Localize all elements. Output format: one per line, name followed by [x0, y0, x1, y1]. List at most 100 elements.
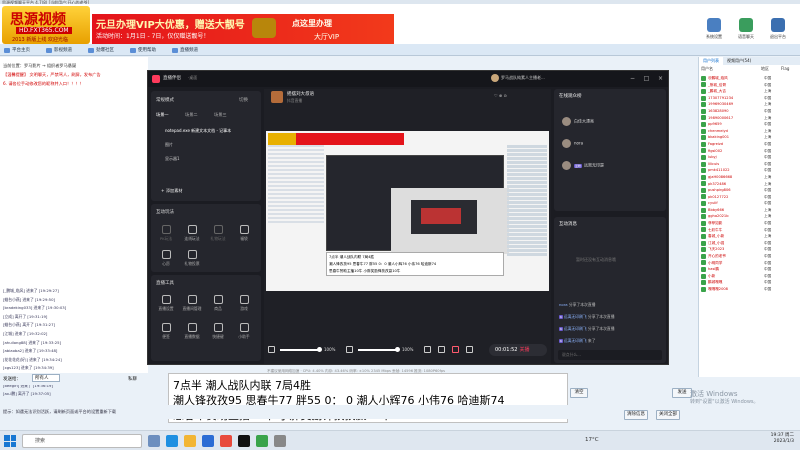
user-row[interactable]: pushpirg806 中国 [701, 187, 797, 194]
voice-chat-button[interactable]: 语音聊天 [732, 18, 760, 40]
speaker-volume-slider[interactable] [358, 347, 400, 352]
clear-screen-button[interactable]: 清除信息 [624, 410, 648, 420]
user-row[interactable]: figsl002 中国 [701, 148, 797, 155]
wechat-icon[interactable] [256, 435, 268, 447]
tab-movies[interactable]: 影视频道 [44, 46, 75, 55]
folder-icon[interactable] [184, 435, 196, 447]
message-input[interactable]: 说点什么... [558, 350, 662, 360]
user-row[interactable]: ggha2021b 上海 [701, 213, 797, 220]
message-user[interactable]: 远离无印刷飞 [564, 314, 587, 319]
tab-scene-3[interactable]: 场景三 [214, 112, 227, 118]
stream-app-taskbar-icon[interactable] [238, 435, 250, 447]
minimize-icon[interactable]: − [628, 74, 637, 83]
live-settings-tool[interactable]: 直播设置 [155, 295, 177, 312]
room-avatar[interactable] [271, 91, 283, 103]
user-row[interactable]: 17307791234 中国 [701, 95, 797, 102]
user-row[interactable]: _鹏城_大吉 上海 [701, 88, 797, 95]
exit-platform-button[interactable]: 退出平台 [764, 18, 792, 40]
scene-switch[interactable]: 切换 [239, 97, 248, 103]
task-view-icon[interactable] [148, 435, 160, 447]
user-row[interactable]: 19890000617 上海 [701, 115, 797, 122]
hotkey-tool[interactable]: 快捷键 [207, 323, 229, 340]
tab-scene-2[interactable]: 场景二 [185, 112, 198, 118]
user-row[interactable]: pmk411022 中国 [701, 167, 797, 174]
user-row[interactable]: _蔡城_佳哥 中国 [701, 82, 797, 89]
message-user[interactable]: nora [559, 302, 568, 307]
notepad-taskbar-icon[interactable] [274, 435, 286, 447]
user-row[interactable]: 春城_小新 上海 [701, 233, 797, 240]
stream-preview[interactable]: 7点半 潮人战队内联 7局4胜 潮人锋孜孜95 思春牛77 胖55 0：0 潮人… [266, 131, 549, 291]
edge-icon[interactable] [166, 435, 178, 447]
user-row[interactable]: chenmeiyd 上海 [701, 128, 797, 135]
tab-community[interactable]: 劲爆社区 [86, 46, 117, 55]
user-row[interactable]: 鹏城嘎嘎 中国 [701, 279, 797, 286]
system-clock[interactable]: 19:37 周二 2023/1/3 [771, 433, 794, 445]
link-tool[interactable]: 连线玩法 [181, 225, 203, 242]
user-row[interactable]: 菲菲如影 中国 [701, 220, 797, 227]
chat-app-icon[interactable] [220, 435, 232, 447]
send-button[interactable]: 发送 [672, 388, 692, 398]
app-icon[interactable] [202, 435, 214, 447]
wish-tool[interactable]: 心愿 [155, 250, 177, 267]
user-row[interactable]: lilicuis 中国 [701, 161, 797, 168]
user-row[interactable]: gjaH0086668 上海 [701, 174, 797, 181]
game-tool[interactable]: 游戏 [233, 295, 255, 312]
end-live-button[interactable]: 关播 [519, 347, 529, 353]
user-row[interactable]: 七彩牛牛 中国 [701, 227, 797, 234]
message-user[interactable]: 远离无印刷飞 [564, 338, 587, 343]
send-target-select[interactable]: 所有人 [32, 374, 60, 382]
taskbar-search[interactable]: 搜索 [22, 434, 142, 448]
tab-video-users[interactable]: 视频用户(54) [723, 57, 755, 65]
user-row[interactable]: pk372486 上海 [701, 181, 797, 188]
goods-tool[interactable]: 商品 [207, 295, 229, 312]
scene-item-display[interactable]: 显示器1 [165, 156, 180, 162]
stream-user-name[interactable]: 罗马战队纯素人主播老... [501, 75, 545, 81]
assistant-tool[interactable]: 小助手 [233, 323, 255, 340]
speaker-volume-knob[interactable] [395, 347, 400, 352]
user-row[interactable]: lubyj 中国 [701, 154, 797, 161]
camera-icon[interactable] [438, 346, 445, 353]
scene-item-image[interactable]: 图片 [165, 142, 173, 148]
record-icon[interactable] [452, 346, 459, 353]
tab-home[interactable]: 平台主页 [2, 46, 33, 55]
user-row[interactable]: pp9659 中国 [701, 121, 797, 128]
user-row[interactable]: 飞天2023 中国 [701, 246, 797, 253]
private-chat-checkbox[interactable]: 私聊 [128, 376, 137, 382]
tab-user-list[interactable]: 用户列表 [699, 57, 723, 65]
notes-tool[interactable]: 便签 [155, 323, 177, 340]
live-timer[interactable]: 00:01:52 关播 [489, 344, 547, 356]
clear-button[interactable]: 清空 [570, 388, 588, 398]
microphone-icon[interactable] [268, 346, 275, 353]
user-avatar[interactable] [491, 74, 499, 82]
user-row[interactable]: bkaking001 上海 [701, 134, 797, 141]
user-row[interactable]: 江城_小强 中国 [701, 240, 797, 247]
mirror-icon[interactable] [424, 346, 431, 353]
weather-temperature[interactable]: 17°C [585, 437, 599, 443]
lucky-bag-tool[interactable]: 福袋 [233, 225, 255, 242]
more-icon[interactable] [466, 346, 473, 353]
speaker-icon[interactable] [346, 346, 353, 353]
room-action-icons[interactable]: ♡ ⊕ ⊙ [494, 93, 507, 98]
mic-volume-knob[interactable] [317, 347, 322, 352]
tab-help[interactable]: 使用帮助 [128, 46, 159, 55]
user-row[interactable]: cyulif 中国 [701, 200, 797, 207]
maximize-icon[interactable]: □ [642, 74, 651, 83]
audience-item[interactable]: 白佳大漂亮 [562, 117, 594, 126]
scene-item-notepad[interactable]: notepad.exe 新建文本文档 - 记事本 [165, 128, 231, 134]
user-row[interactable]: Bbby666 上海 [701, 207, 797, 214]
add-material-button[interactable]: + 添加素材 [155, 186, 257, 195]
tab-scene-1[interactable]: 场景一 [156, 112, 169, 118]
close-icon[interactable]: × [656, 74, 665, 83]
gift-vote-tool[interactable]: 礼物投票 [181, 250, 203, 267]
audience-item[interactable]: nora [562, 139, 583, 148]
tab-live[interactable]: 直播频道 [170, 46, 201, 55]
live-data-tool[interactable]: 直播数据 [181, 323, 203, 340]
user-row[interactable]: 嘎嘎嘎2008 中国 [701, 286, 797, 293]
user-row[interactable]: pk0127722 中国 [701, 194, 797, 201]
mic-volume-slider[interactable] [280, 347, 322, 352]
user-row[interactable]: 小新 中国 [701, 273, 797, 280]
scene-mode-title[interactable]: 常规模式 [156, 97, 174, 103]
user-row[interactable]: 开心的老爷 中国 [701, 253, 797, 260]
system-settings-button[interactable]: 系统设置 [700, 18, 728, 40]
user-row[interactable]: hasi鹏 中国 [701, 266, 797, 273]
